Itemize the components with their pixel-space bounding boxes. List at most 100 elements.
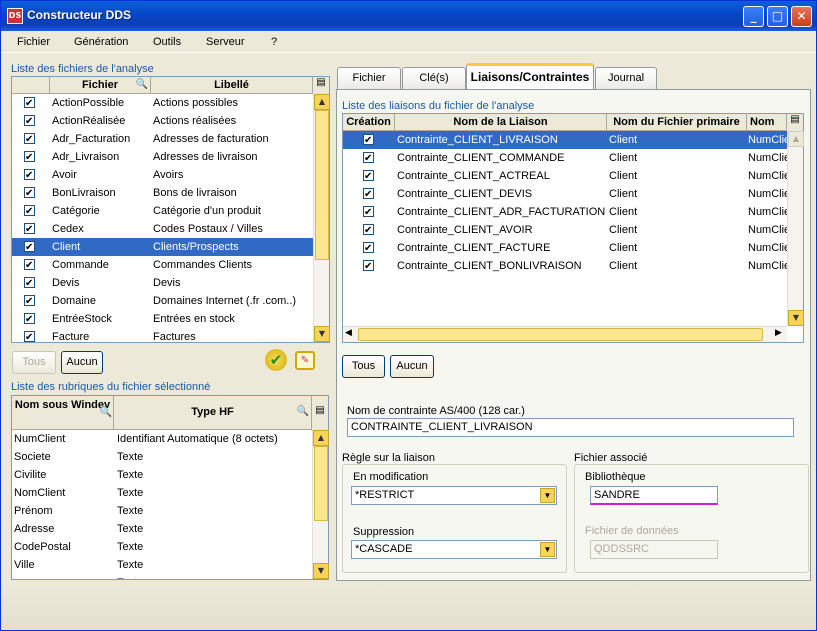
close-button[interactable]: ✕ <box>791 6 812 27</box>
links-col-name[interactable]: Nom de la Liaison <box>395 114 607 131</box>
table-row[interactable]: Contrainte_CLIENT_COMMANDE Client NumClie <box>343 149 787 167</box>
table-row[interactable]: Contrainte_CLIENT_FACTURE Client NumClie <box>343 239 787 257</box>
scroll-thumb[interactable] <box>314 446 328 521</box>
table-row[interactable]: EntréeStock Entrées en stock <box>12 310 313 329</box>
table-row[interactable]: NomClient Texte <box>12 484 312 502</box>
table-row[interactable]: Adr_Livraison Adresses de livraison <box>12 148 313 167</box>
row-checkbox[interactable] <box>24 239 35 257</box>
creation-checkbox[interactable] <box>363 258 374 275</box>
fields-col-type[interactable]: Type HF 🔍 <box>114 396 312 430</box>
links-none-button[interactable]: Aucun <box>390 355 434 378</box>
table-row[interactable]: Devis Devis <box>12 274 313 293</box>
table-row[interactable]: Prénom Texte <box>12 502 312 520</box>
table-row[interactable]: Client Clients/Prospects <box>12 238 313 257</box>
scroll-up-icon[interactable]: ▲ <box>314 94 330 110</box>
files-all-button[interactable]: Tous <box>12 351 56 374</box>
links-vscrollbar[interactable]: ▲ ▼ <box>787 131 804 326</box>
table-row[interactable]: NumClient Identifiant Automatique (8 octe… <box>12 430 312 448</box>
table-row[interactable]: Contrainte_CLIENT_ACTREAL Client NumClie <box>343 167 787 185</box>
table-row[interactable]: Facture Factures <box>12 328 313 347</box>
row-checkbox[interactable] <box>24 113 35 131</box>
table-row[interactable]: Avoir Avoirs <box>12 166 313 185</box>
table-row[interactable]: BonLivraison Bons de livraison <box>12 184 313 203</box>
links-col-primary[interactable]: Nom du Fichier primaire <box>607 114 747 131</box>
links-all-button[interactable]: Tous <box>342 355 385 378</box>
table-row[interactable]: Ville Texte <box>12 556 312 574</box>
scroll-down-icon[interactable]: ▼ <box>788 310 804 326</box>
table-row[interactable]: ActionRéalisée Actions réalisées <box>12 112 313 131</box>
scroll-down-icon[interactable]: ▼ <box>314 326 330 342</box>
scroll-down-icon[interactable]: ▼ <box>313 563 329 579</box>
row-checkbox[interactable] <box>24 311 35 329</box>
menu-generation[interactable]: Génération <box>74 36 128 48</box>
table-row[interactable]: Contrainte_CLIENT_LIVRAISON Client NumClie <box>343 131 787 149</box>
row-checkbox[interactable] <box>24 149 35 167</box>
table-row[interactable]: Contrainte_CLIENT_DEVIS Client NumClie <box>343 185 787 203</box>
scroll-right-icon[interactable]: ▶ <box>775 328 782 338</box>
creation-checkbox[interactable] <box>363 240 374 257</box>
creation-checkbox[interactable] <box>363 222 374 239</box>
tab-cles[interactable]: Clé(s) <box>402 67 466 89</box>
tab-journal[interactable]: Journal <box>595 67 657 89</box>
validate-icon[interactable]: ✔ <box>265 349 287 371</box>
fields-scrollbar[interactable]: ▲ ▼ <box>312 430 329 579</box>
table-row[interactable]: ActionPossible Actions possibles <box>12 94 313 113</box>
column-settings-icon[interactable]: ▤ <box>313 77 329 94</box>
creation-checkbox[interactable] <box>363 132 374 149</box>
links-grid[interactable]: Création Nom de la Liaison Nom du Fichie… <box>342 113 804 343</box>
creation-checkbox[interactable] <box>363 150 374 167</box>
row-checkbox[interactable] <box>24 95 35 113</box>
row-checkbox[interactable] <box>24 329 35 347</box>
table-row[interactable]: Catégorie Catégorie d'un produit <box>12 202 313 221</box>
creation-checkbox[interactable] <box>363 186 374 203</box>
tab-fichier[interactable]: Fichier <box>337 67 401 89</box>
table-row[interactable]: Adr_Facturation Adresses de facturation <box>12 130 313 149</box>
links-hscrollbar[interactable]: ◀ ▶ <box>343 326 787 342</box>
search-icon[interactable]: 🔍 <box>297 396 309 428</box>
menu-serveur[interactable]: Serveur <box>206 36 245 48</box>
links-col-secondary[interactable]: Nom de <box>747 114 787 131</box>
search-icon[interactable]: 🔍 <box>136 77 148 93</box>
h-scroll-thumb[interactable] <box>358 328 763 341</box>
fields-col-name[interactable]: Nom sous Windev 🔍 <box>12 396 114 430</box>
table-row[interactable]: Cedex Codes Postaux / Villes <box>12 220 313 239</box>
table-row[interactable]: Civilite Texte <box>12 466 312 484</box>
row-checkbox[interactable] <box>24 275 35 293</box>
table-row[interactable]: Contrainte_CLIENT_ADR_FACTURATIONClient N… <box>343 203 787 221</box>
table-row[interactable]: Contrainte_CLIENT_AVOIR Client NumClie <box>343 221 787 239</box>
files-none-button[interactable]: Aucun <box>61 351 103 374</box>
menu-outils[interactable]: Outils <box>153 36 181 48</box>
row-checkbox[interactable] <box>24 257 35 275</box>
table-row[interactable]: Adresse Texte <box>12 520 312 538</box>
table-row[interactable]: Texte <box>12 574 312 579</box>
library-field[interactable]: SANDRE <box>590 486 718 505</box>
scroll-left-icon[interactable]: ◀ <box>345 328 352 338</box>
creation-checkbox[interactable] <box>363 168 374 185</box>
scroll-up-icon[interactable]: ▲ <box>313 430 329 446</box>
maximize-button[interactable]: □ <box>767 6 788 27</box>
table-row[interactable]: Contrainte_CLIENT_BONLIVRAISON Client NumC… <box>343 257 787 275</box>
row-checkbox[interactable] <box>24 167 35 185</box>
links-col-create[interactable]: Création <box>343 114 395 131</box>
modification-select[interactable]: *RESTRICT ▼ <box>351 486 557 505</box>
files-col-label[interactable]: Libellé <box>151 77 313 94</box>
row-checkbox[interactable] <box>24 221 35 239</box>
row-checkbox[interactable] <box>24 293 35 311</box>
column-settings-icon[interactable]: ▤ <box>787 114 803 131</box>
table-row[interactable]: Domaine Domaines Internet (.fr .com..) <box>12 292 313 311</box>
files-col-file[interactable]: Fichier 🔍 <box>50 77 151 94</box>
row-checkbox[interactable] <box>24 185 35 203</box>
search-icon[interactable]: 🔍 <box>100 406 112 419</box>
table-row[interactable]: Societe Texte <box>12 448 312 466</box>
scroll-up-icon[interactable]: ▲ <box>788 131 804 147</box>
minimize-button[interactable]: _ <box>743 6 764 27</box>
suppression-select[interactable]: *CASCADE ▼ <box>351 540 557 559</box>
chevron-down-icon[interactable]: ▼ <box>540 488 555 503</box>
row-checkbox[interactable] <box>24 131 35 149</box>
fields-grid[interactable]: Nom sous Windev 🔍 Type HF 🔍 ▤ NumClient Ide… <box>11 395 329 580</box>
scroll-thumb[interactable] <box>315 110 329 260</box>
chevron-down-icon[interactable]: ▼ <box>540 542 555 557</box>
creation-checkbox[interactable] <box>363 204 374 221</box>
tab-liaisons[interactable]: Liaisons/Contraintes <box>466 63 594 89</box>
files-scrollbar[interactable]: ▲ ▼ <box>313 94 330 342</box>
